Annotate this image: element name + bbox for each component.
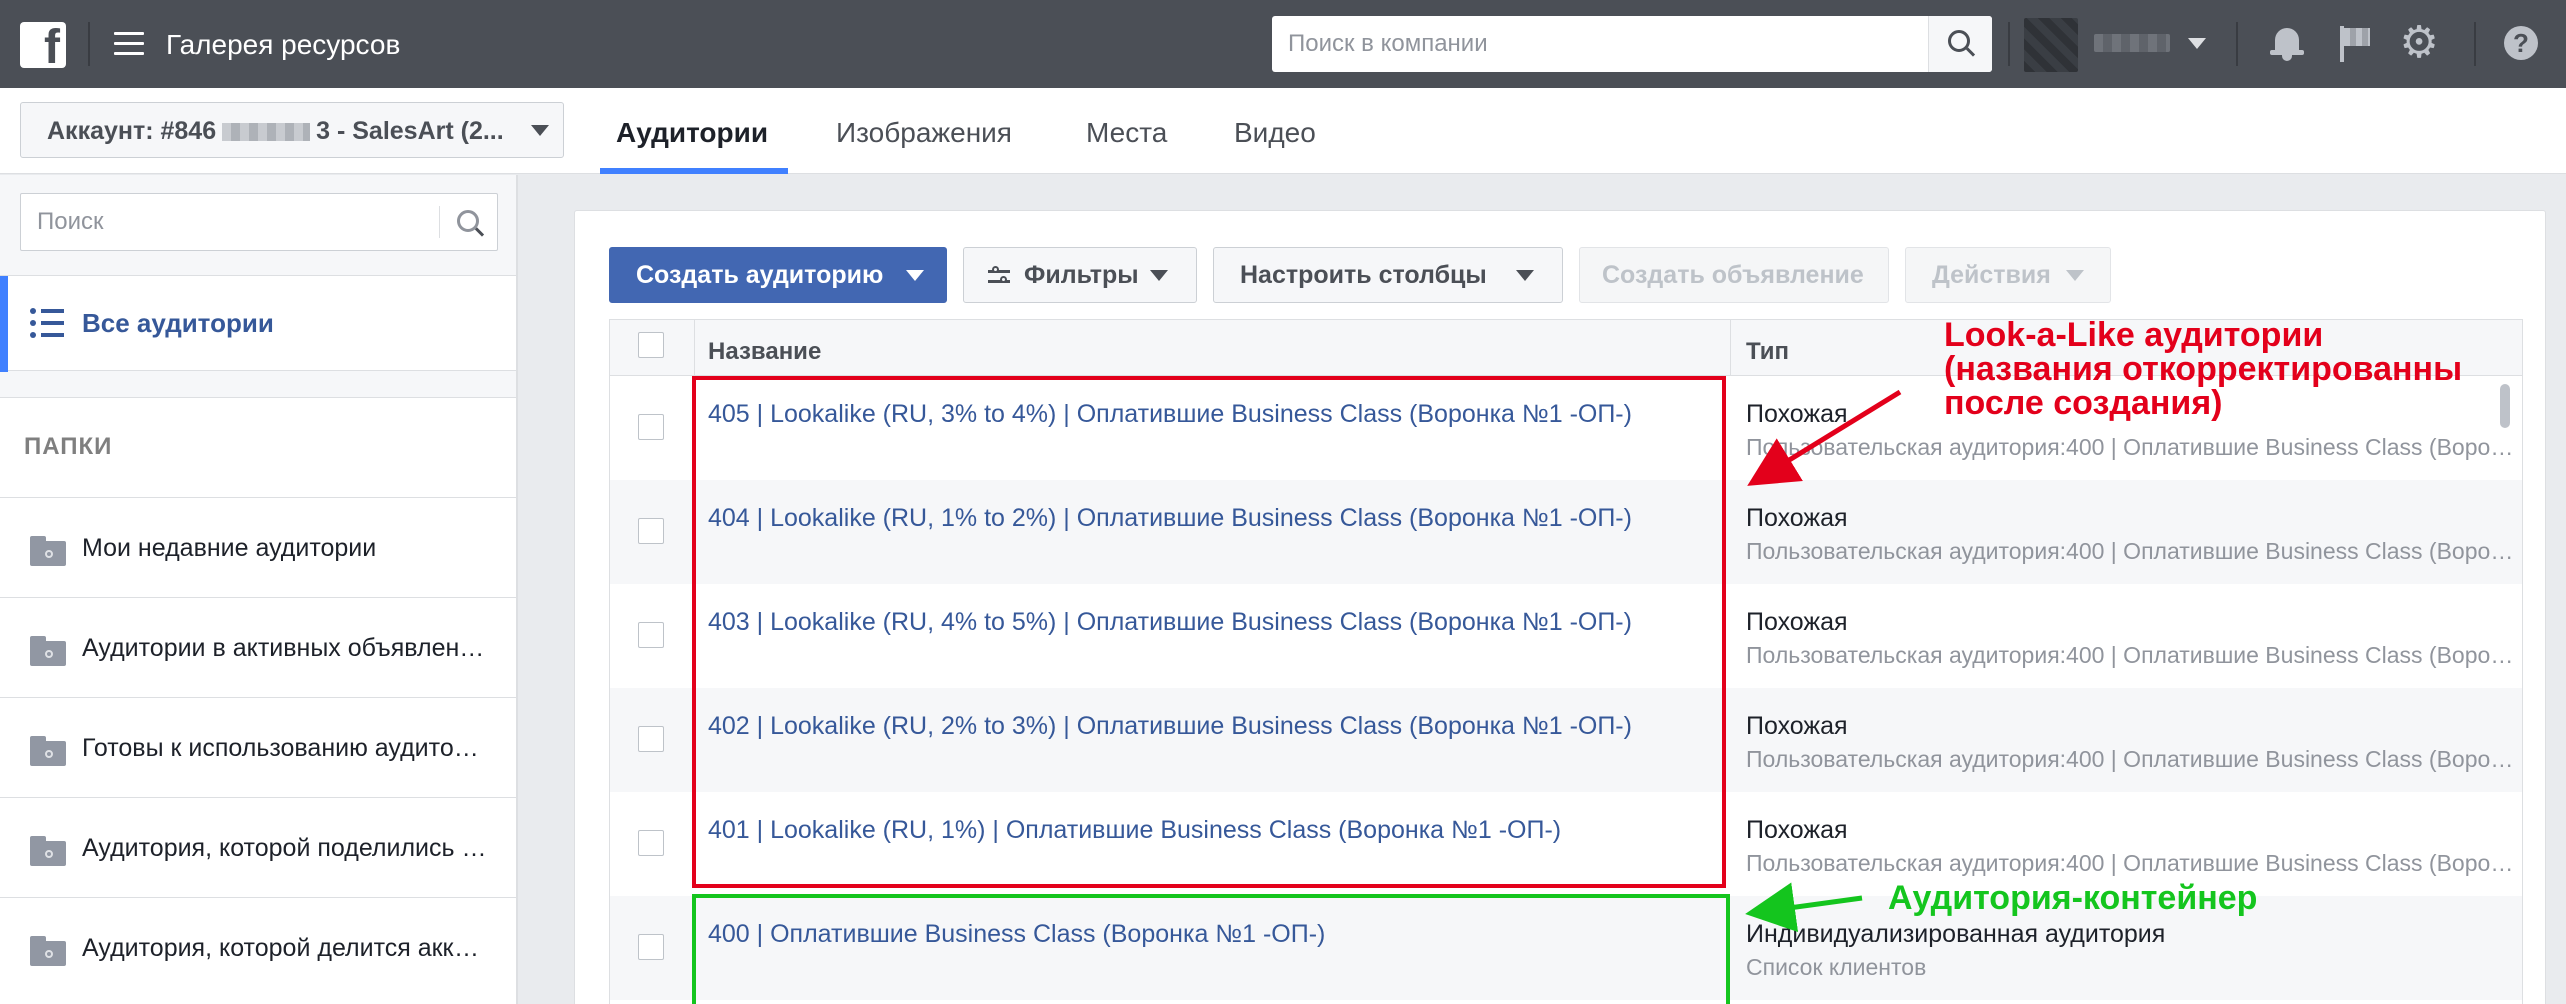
account-id-blurred: [222, 123, 311, 142]
folder-icon: [30, 636, 66, 666]
filters-button[interactable]: Фильтры: [963, 247, 1197, 303]
audience-source: Пользовательская аудитория:400 | Оплатив…: [1746, 538, 2516, 564]
create-ad-button[interactable]: Создать объявление: [1579, 247, 1889, 303]
column-header-name[interactable]: Название: [708, 338, 821, 366]
divider: [2236, 22, 2238, 66]
lookalike-highlight-box: [692, 376, 1726, 888]
gear-icon[interactable]: ⚙: [2398, 21, 2440, 65]
create-audience-label: Создать аудиторию: [636, 261, 884, 289]
avatar[interactable]: [2024, 18, 2078, 72]
audience-type: Похожая: [1746, 400, 1848, 428]
row-checkbox[interactable]: [638, 830, 664, 856]
folder-icon: [30, 736, 66, 766]
audience-source: Пользовательская аудитория:400 | Оплатив…: [1746, 642, 2516, 668]
sidebar-item-label: Все аудитории: [82, 308, 274, 338]
row-checkbox[interactable]: [638, 934, 664, 960]
company-search-input[interactable]: [1272, 16, 1928, 72]
container-annotation: Аудитория-контейнер: [1888, 879, 2258, 917]
audience-type: Похожая: [1746, 816, 1848, 844]
active-tab-indicator: [600, 168, 788, 174]
column-header-type[interactable]: Тип: [1746, 338, 1789, 366]
row-checkbox[interactable]: [638, 518, 664, 544]
sidebar-search-input[interactable]: [21, 194, 441, 250]
search-icon[interactable]: [457, 210, 479, 232]
lookalike-annotation-line: (названия откорректированны: [1944, 350, 2463, 388]
sidebar-search: [20, 193, 498, 251]
tab-audiences[interactable]: Аудитории: [616, 116, 768, 150]
folder-label: Аудитория, которой поделились с вами: [82, 834, 492, 862]
tab-video[interactable]: Видео: [1234, 116, 1316, 150]
divider: [2008, 22, 2010, 66]
create-ad-label: Создать объявление: [1602, 261, 1864, 289]
menu-icon[interactable]: [114, 32, 144, 56]
audience-type: Индивидуализированная аудитория: [1746, 920, 2166, 948]
audience-type: Похожая: [1746, 608, 1848, 636]
flag-icon[interactable]: [2338, 26, 2372, 62]
search-icon: [1948, 30, 1970, 52]
sidebar-folder-active-ads[interactable]: Аудитории в активных объявлениях: [0, 597, 516, 697]
folder-icon: [30, 836, 66, 866]
actions-label: Действия: [1932, 261, 2051, 289]
sub-header: Аккаунт: #846 3 - SalesArt (2... Аудитори…: [0, 88, 2566, 174]
container-highlight-box: [692, 894, 1730, 1004]
row-checkbox[interactable]: [638, 622, 664, 648]
divider: [88, 22, 90, 66]
lookalike-annotation-line: Look-a-Like аудитории: [1944, 316, 2324, 354]
folder-label: Аудитория, которой делится аккаунт: [82, 934, 492, 962]
folder-label: Мои недавние аудитории: [82, 534, 377, 562]
account-name: 3 - SalesArt (2...: [316, 117, 504, 145]
sidebar: Все аудитории ПАПКИ Мои недавние аудитор…: [0, 175, 518, 1004]
sidebar-folder-ready[interactable]: Готовы к использованию аудитории: [0, 697, 516, 797]
help-icon[interactable]: ?: [2504, 26, 2538, 60]
facebook-logo-icon[interactable]: f: [20, 22, 66, 72]
audience-source: Пользовательская аудитория:400 | Оплатив…: [1746, 746, 2516, 772]
chevron-down-icon[interactable]: [2188, 38, 2206, 49]
sidebar-folder-shared-by-account[interactable]: Аудитория, которой делится аккаунт: [0, 897, 516, 1004]
app-title: Галерея ресурсов: [166, 29, 401, 60]
row-checkbox[interactable]: [638, 726, 664, 752]
user-name-blurred[interactable]: [2094, 34, 2170, 52]
notifications-bell-icon[interactable]: [2270, 24, 2304, 62]
company-search-button[interactable]: [1928, 16, 1992, 72]
list-icon: [30, 308, 64, 340]
chevron-down-icon: [531, 125, 549, 136]
chevron-down-icon: [1516, 270, 1534, 281]
audience-source: Пользовательская аудитория:400 | Оплатив…: [1746, 434, 2516, 460]
filters-label: Фильтры: [1024, 261, 1139, 289]
audience-source: Список клиентов: [1746, 954, 1927, 980]
chevron-down-icon: [1150, 270, 1168, 281]
sidebar-folder-recent[interactable]: Мои недавние аудитории: [0, 497, 516, 597]
top-bar: f Галерея ресурсов ⚙ ?: [0, 0, 2566, 88]
folder-label: Готовы к использованию аудитории: [82, 734, 492, 762]
active-indicator: [0, 276, 8, 372]
audience-type: Похожая: [1746, 504, 1848, 532]
audience-type: Похожая: [1746, 712, 1848, 740]
chevron-down-icon: [906, 270, 924, 281]
row-checkbox[interactable]: [638, 414, 664, 440]
table-scrollbar[interactable]: [2500, 384, 2510, 428]
account-selector[interactable]: Аккаунт: #846 3 - SalesArt (2...: [20, 102, 564, 158]
sidebar-folder-shared-with-you[interactable]: Аудитория, которой поделились с вами: [0, 797, 516, 897]
lookalike-annotation: Look-a-Like аудитории (названия откоррек…: [1944, 318, 2462, 420]
filters-icon: [988, 266, 1010, 286]
actions-button[interactable]: Действия: [1905, 247, 2111, 303]
select-all-checkbox[interactable]: [638, 332, 664, 358]
customize-columns-label: Настроить столбцы: [1240, 261, 1487, 289]
company-search: [1272, 16, 1992, 72]
account-id: Аккаунт: #846: [47, 117, 217, 145]
divider: [2474, 22, 2476, 66]
folder-icon: [30, 936, 66, 966]
customize-columns-button[interactable]: Настроить столбцы: [1213, 247, 1563, 303]
audience-source: Пользовательская аудитория:400 | Оплатив…: [1746, 850, 2516, 876]
tab-images[interactable]: Изображения: [836, 116, 1012, 150]
folders-heading: ПАПКИ: [24, 433, 113, 460]
chevron-down-icon: [2066, 270, 2084, 281]
tab-places[interactable]: Места: [1086, 116, 1167, 150]
create-audience-button[interactable]: Создать аудиторию: [609, 247, 947, 303]
folder-icon: [30, 536, 66, 566]
sidebar-item-all-audiences[interactable]: Все аудитории: [0, 275, 516, 372]
folder-label: Аудитории в активных объявлениях: [82, 634, 492, 662]
lookalike-annotation-line: после создания): [1944, 384, 2223, 422]
